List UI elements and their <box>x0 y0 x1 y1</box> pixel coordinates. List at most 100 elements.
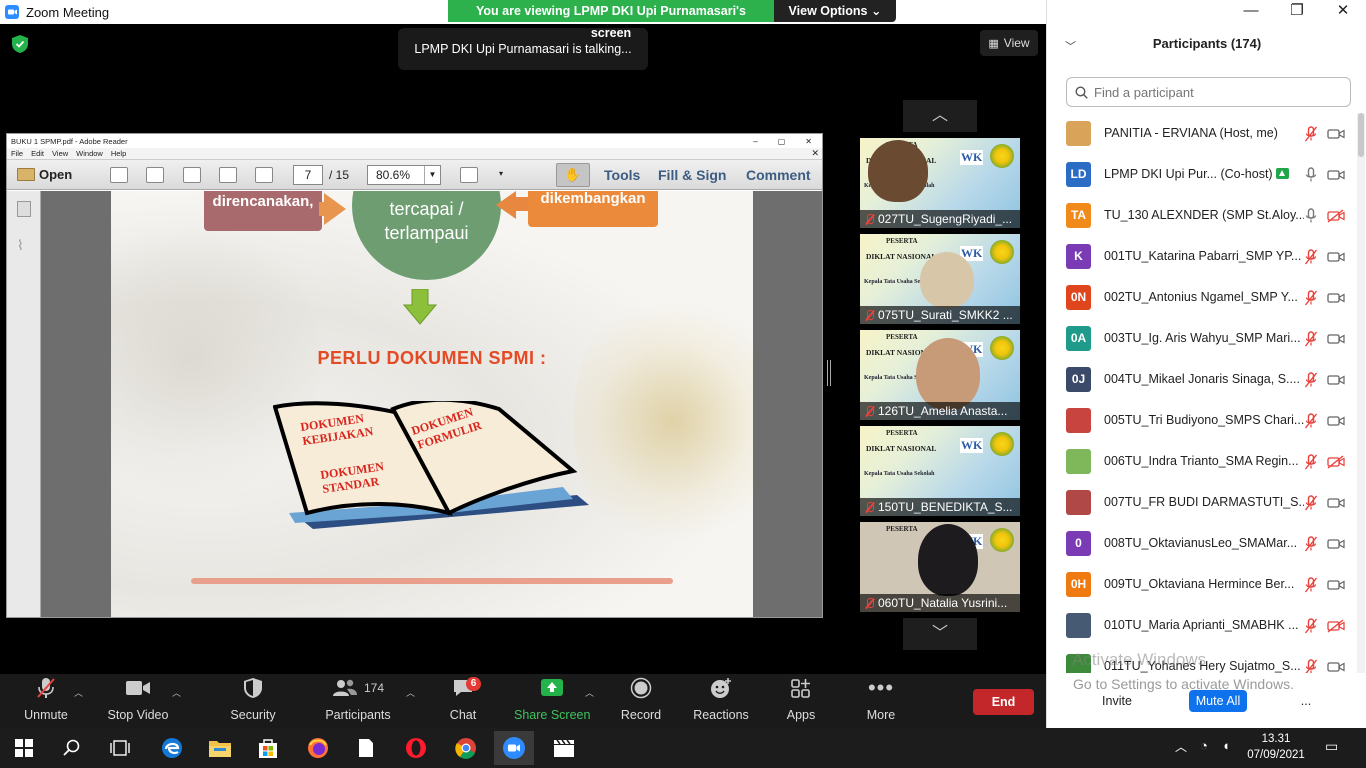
chrome-icon[interactable] <box>452 734 480 762</box>
reader-open-button[interactable]: Open <box>17 167 72 182</box>
edge-browser-icon[interactable] <box>158 734 186 762</box>
reader-page-input[interactable]: 7 <box>293 165 323 185</box>
firefox-icon[interactable] <box>304 734 332 762</box>
chat-button[interactable]: 6 Chat <box>442 674 484 728</box>
participant-search[interactable] <box>1066 77 1351 107</box>
participant-row[interactable]: K 001TU_Katarina Pabarri_SMP YP... <box>1047 236 1357 277</box>
mic-muted-icon[interactable] <box>1304 453 1318 470</box>
export-pdf-icon[interactable] <box>146 167 164 183</box>
attachment-icon[interactable]: ⌇ <box>17 237 31 253</box>
invite-button[interactable]: Invite <box>1092 690 1142 712</box>
taskbar-clock[interactable]: 13.31 07/09/2021 <box>1244 731 1308 763</box>
mic-muted-icon[interactable] <box>1304 125 1318 142</box>
video-thumbnail[interactable]: PESERTA DIKLAT NASIONAL Kepala Tata Usah… <box>860 138 1020 228</box>
mic-muted-icon[interactable] <box>1304 330 1318 347</box>
video-icon[interactable] <box>1327 250 1345 264</box>
reader-menu-view[interactable]: View <box>52 149 68 158</box>
close-icon[interactable]: ✕ <box>1320 0 1366 24</box>
mic-muted-icon[interactable] <box>1304 289 1318 306</box>
participant-row[interactable]: 0A 003TU_Ig. Aris Wahyu_SMP Mari... <box>1047 318 1357 359</box>
windows-start-icon[interactable] <box>10 734 38 762</box>
video-icon[interactable] <box>1327 291 1345 305</box>
share-options-caret-icon[interactable]: ︿ <box>585 686 594 699</box>
video-icon[interactable] <box>1327 332 1345 346</box>
tray-chevron-up-icon[interactable]: ︿ <box>1175 738 1187 755</box>
clapperboard-icon[interactable] <box>550 734 578 762</box>
participants-scrollbar[interactable] <box>1357 113 1365 673</box>
video-icon[interactable] <box>1327 660 1345 674</box>
store-icon[interactable] <box>254 734 282 762</box>
panel-splitter-handle[interactable] <box>827 360 831 386</box>
video-off-icon[interactable] <box>1327 618 1345 633</box>
participant-row[interactable]: 0N 002TU_Antonius Ngamel_SMP Y... <box>1047 277 1357 318</box>
unmute-button[interactable]: Unmute <box>18 674 74 728</box>
notifications-icon[interactable]: ▭ <box>1325 738 1338 755</box>
participant-row[interactable]: TA TU_130 ALEXNDER (SMP St.Aloy... <box>1047 195 1357 236</box>
mute-all-button[interactable]: Mute All <box>1189 690 1247 712</box>
opera-icon[interactable] <box>402 734 430 762</box>
more-options-button[interactable]: ... <box>1293 690 1319 712</box>
video-thumbnail[interactable]: PESERTA DIKLAT NASIONAL Kepala Tata Usah… <box>860 426 1020 516</box>
video-icon[interactable] <box>1327 578 1345 592</box>
search-icon[interactable] <box>58 734 86 762</box>
toolbar-more-icon[interactable]: ▾ <box>499 169 503 178</box>
video-off-icon[interactable] <box>1327 208 1345 223</box>
video-icon[interactable] <box>1327 414 1345 428</box>
stop-video-button[interactable]: Stop Video <box>104 674 172 728</box>
video-icon[interactable] <box>1327 127 1345 141</box>
cloud-upload-icon[interactable] <box>219 167 237 183</box>
video-icon[interactable] <box>1327 496 1345 510</box>
participant-row[interactable]: 0 008TU_OktavianusLeo_SMAMar... <box>1047 523 1357 564</box>
fit-page-icon[interactable] <box>460 167 478 183</box>
participants-button[interactable]: 174 Participants <box>322 674 394 728</box>
participant-row[interactable]: LD LPMP DKI Upi Pur... (Co-host) <box>1047 154 1357 195</box>
task-view-icon[interactable] <box>106 734 134 762</box>
reader-menu-edit[interactable]: Edit <box>31 149 44 158</box>
thumbnails-scroll-down-button[interactable]: ﹀ <box>903 618 977 650</box>
reader-zoom-select[interactable]: 80.6% ▼ <box>367 165 441 185</box>
video-icon[interactable] <box>1327 537 1345 551</box>
hand-tool-button[interactable]: ✋ <box>556 163 590 187</box>
save-icon[interactable] <box>255 167 273 183</box>
thumbnails-scroll-up-button[interactable]: ︿ <box>903 100 977 132</box>
apps-button[interactable]: Apps <box>780 674 822 728</box>
more-button[interactable]: ••• More <box>860 674 902 728</box>
mic-muted-icon[interactable] <box>1304 371 1318 388</box>
share-screen-button[interactable]: Share Screen <box>514 674 590 728</box>
document-icon[interactable] <box>352 734 380 762</box>
record-button[interactable]: Record <box>618 674 664 728</box>
participants-options-caret-icon[interactable]: ︿ <box>406 686 415 699</box>
volume-icon[interactable]: ◖ <box>1222 738 1230 753</box>
video-options-caret-icon[interactable]: ︿ <box>172 686 181 699</box>
reader-menu-file[interactable]: File <box>11 149 23 158</box>
pages-icon[interactable] <box>17 201 31 217</box>
reactions-button[interactable]: Reactions <box>692 674 750 728</box>
participant-row[interactable]: 006TU_Indra Trianto_SMA Regin... <box>1047 441 1357 482</box>
mic-icon[interactable] <box>1304 207 1318 224</box>
edit-icon[interactable] <box>183 167 201 183</box>
video-off-icon[interactable] <box>1327 454 1345 469</box>
participant-row[interactable]: 005TU_Tri Budiyono_SMPS Chari... <box>1047 400 1357 441</box>
mic-muted-icon[interactable] <box>1304 535 1318 552</box>
participant-row[interactable]: PANITIA - ERVIANA (Host, me) <box>1047 113 1357 154</box>
wifi-icon[interactable]: ◔ <box>1200 738 1208 753</box>
participant-row[interactable]: 0J 004TU_Mikael Jonaris Sinaga, S.... <box>1047 359 1357 400</box>
view-layout-button[interactable]: ▦ View <box>980 30 1038 56</box>
view-options-button[interactable]: View Options ⌄ <box>774 0 896 22</box>
video-thumbnail[interactable]: PESERTA DIKLAT NASIONAL Kepala Tata Usah… <box>860 234 1020 324</box>
encryption-shield-icon[interactable] <box>12 35 28 53</box>
participant-search-input[interactable] <box>1094 84 1334 100</box>
video-icon[interactable] <box>1327 373 1345 387</box>
mic-icon[interactable] <box>1304 166 1318 183</box>
security-button[interactable]: Security <box>226 674 280 728</box>
zoom-taskbar-icon[interactable] <box>494 731 534 765</box>
file-explorer-icon[interactable] <box>206 734 234 762</box>
mic-muted-icon[interactable] <box>1304 494 1318 511</box>
scrollbar-thumb[interactable] <box>1358 113 1364 157</box>
mic-muted-icon[interactable] <box>1304 248 1318 265</box>
video-thumbnail[interactable]: PESERTA DIKLAT NASIONAL Kepala Tata Usah… <box>860 330 1020 420</box>
reader-menu-help[interactable]: Help <box>111 149 126 158</box>
reader-tools-link[interactable]: Tools <box>604 167 640 183</box>
reader-menu-window[interactable]: Window <box>76 149 103 158</box>
video-thumbnail[interactable]: PESERTA WK 060TU_Natalia Yusrini... <box>860 522 1020 612</box>
